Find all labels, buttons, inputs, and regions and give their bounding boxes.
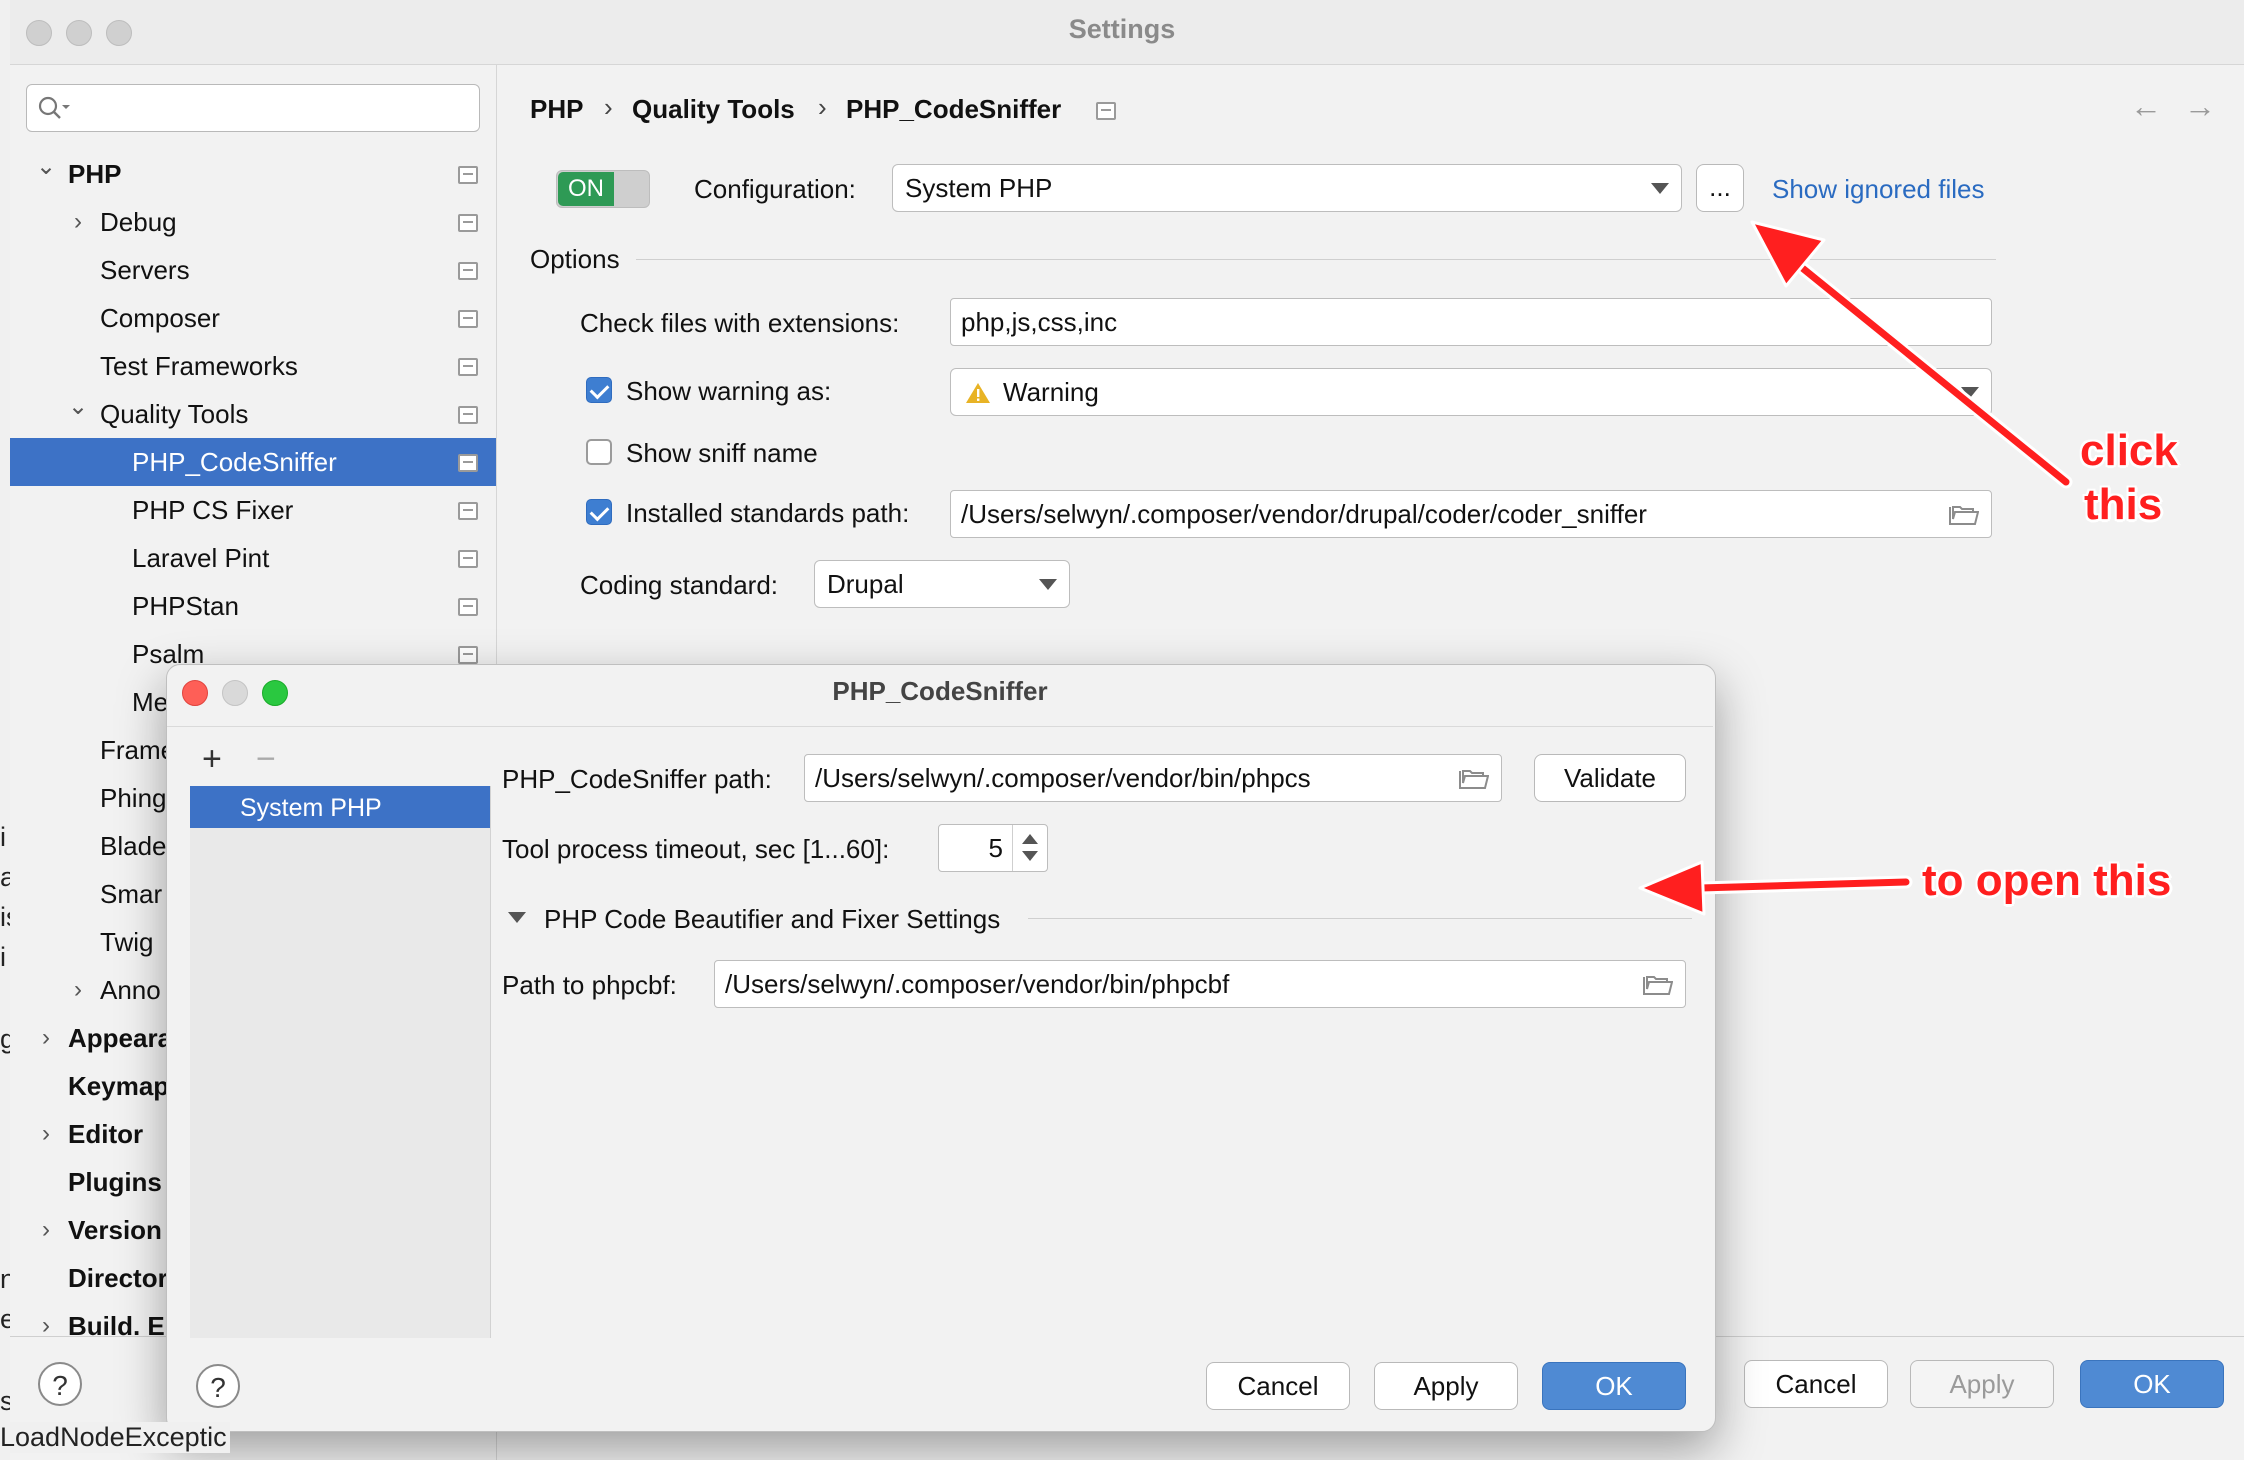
annotation-open: to open this xyxy=(1922,856,2172,905)
open-arrow xyxy=(1638,860,1913,916)
annotation-this: this xyxy=(2084,480,2163,529)
click-arrow xyxy=(1750,220,2073,489)
annotation-arrows xyxy=(1638,220,2073,916)
annotation-click: click xyxy=(2080,426,2178,475)
